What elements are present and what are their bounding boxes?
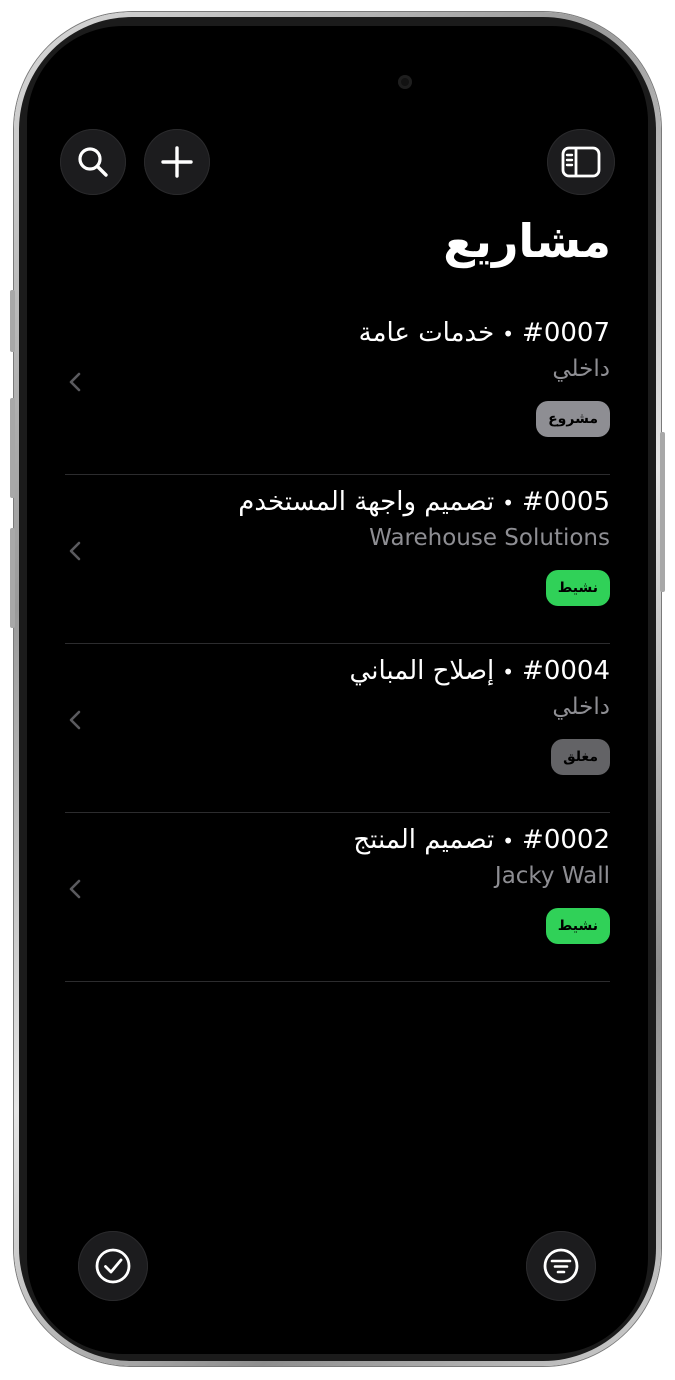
- project-title: #0005 • تصميم واجهة المستخدم: [238, 487, 610, 517]
- action-button: [10, 290, 15, 352]
- page-title: مشاريع: [443, 214, 611, 268]
- project-row[interactable]: #0004 • إصلاح المباني داخلي مغلق: [65, 644, 610, 813]
- project-id: #0005: [522, 487, 610, 517]
- project-name: تصميم واجهة المستخدم: [238, 487, 495, 517]
- separator-dot: •: [502, 659, 515, 684]
- project-client: داخلي: [552, 694, 610, 720]
- project-name: تصميم المنتج: [353, 825, 495, 855]
- sidebar-toggle-button[interactable]: [547, 129, 615, 195]
- separator-dot: •: [502, 321, 515, 346]
- search-icon: [78, 147, 108, 177]
- chevron-left-icon: [69, 879, 81, 899]
- add-project-button[interactable]: [144, 129, 210, 195]
- project-client: Jacky Wall: [494, 863, 610, 889]
- sidebar-icon: [561, 146, 601, 178]
- project-name: خدمات عامة: [358, 318, 495, 348]
- project-title: #0004 • إصلاح المباني: [350, 656, 610, 686]
- project-row[interactable]: #0007 • خدمات عامة داخلي مشروع: [65, 306, 610, 475]
- select-button[interactable]: [78, 1231, 148, 1301]
- project-id: #0007: [522, 318, 610, 348]
- status-badge: نشيط: [545, 908, 610, 944]
- separator-dot: •: [502, 828, 515, 853]
- project-row[interactable]: #0005 • تصميم واجهة المستخدم Warehouse Sol…: [65, 475, 610, 644]
- project-client: داخلي: [552, 356, 610, 382]
- project-list: #0007 • خدمات عامة داخلي مشروع #0005 • تصميم…: [65, 306, 610, 982]
- filter-button[interactable]: [526, 1231, 596, 1301]
- project-row[interactable]: #0002 • تصميم المنتج Jacky Wall نشيط: [65, 813, 610, 982]
- app-screen: مشاريع #0007 • خدمات عامة داخلي مشروع #000…: [27, 26, 648, 1354]
- project-title: #0002 • تصميم المنتج: [353, 825, 610, 855]
- chevron-left-icon: [69, 710, 81, 730]
- status-badge: نشيط: [545, 570, 610, 606]
- plus-icon: [161, 146, 193, 178]
- filter-icon: [543, 1248, 579, 1284]
- power-button: [660, 432, 665, 592]
- separator-dot: •: [502, 490, 515, 515]
- chevron-left-icon: [69, 541, 81, 561]
- project-name: إصلاح المباني: [349, 656, 495, 686]
- volume-up-button: [10, 398, 15, 498]
- volume-down-button: [10, 528, 15, 628]
- project-id: #0004: [522, 656, 610, 686]
- status-badge: مشروع: [536, 401, 610, 437]
- project-id: #0002: [522, 825, 610, 855]
- front-camera: [398, 75, 412, 89]
- search-button[interactable]: [60, 129, 126, 195]
- project-title: #0007 • خدمات عامة: [359, 318, 610, 348]
- checkmark-circle-icon: [95, 1248, 131, 1284]
- chevron-left-icon: [69, 372, 81, 392]
- project-client: Warehouse Solutions: [369, 525, 610, 551]
- status-badge: مغلق: [551, 739, 610, 775]
